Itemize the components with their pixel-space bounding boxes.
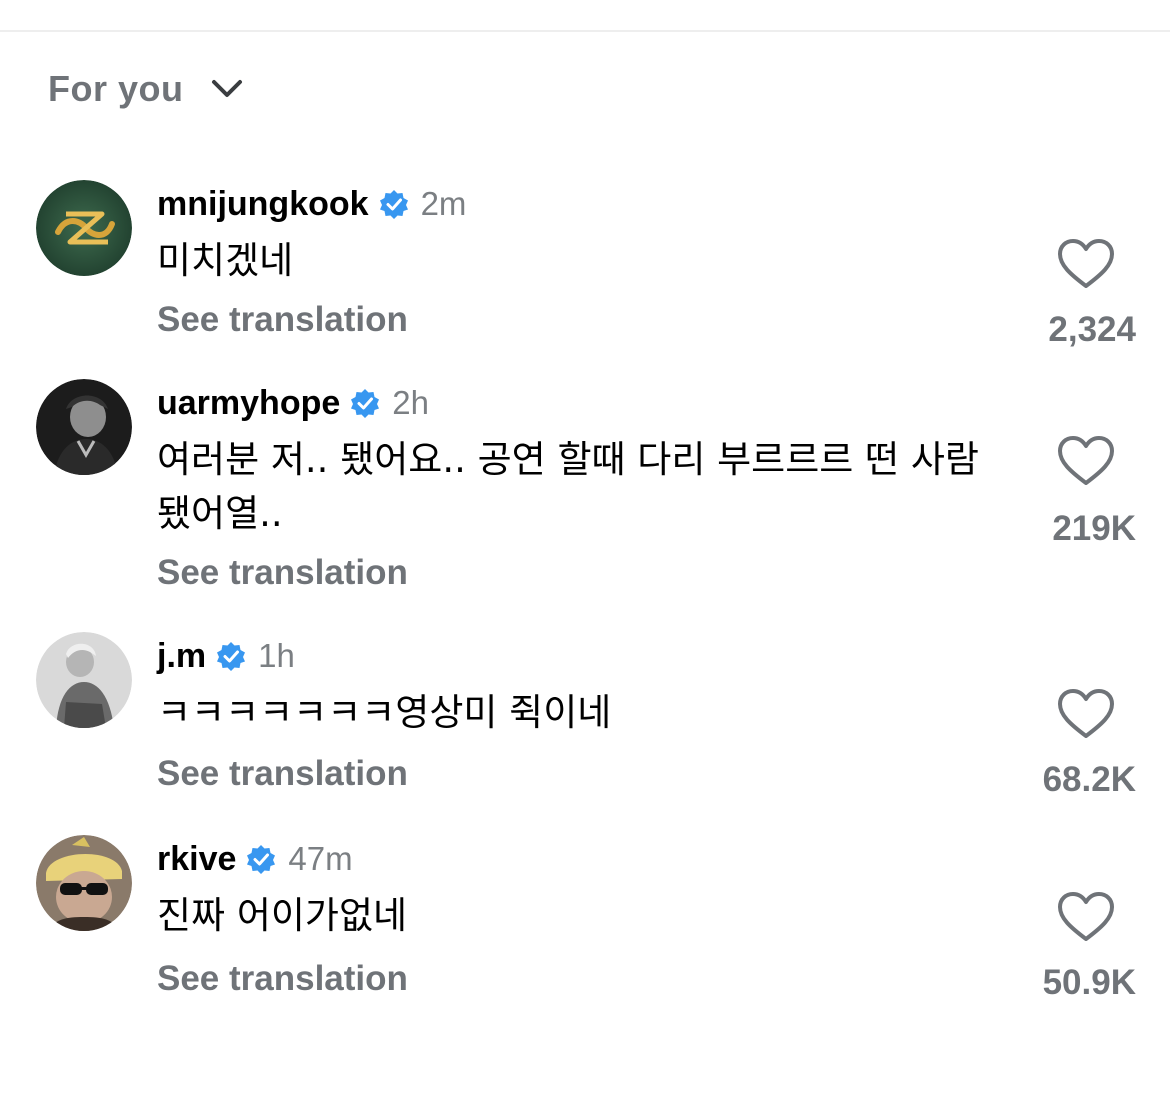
sort-label: For you	[48, 68, 184, 109]
like-count: 50.9K	[1042, 963, 1136, 1002]
avatar[interactable]	[36, 632, 132, 728]
heart-outline-icon[interactable]	[1056, 435, 1116, 487]
like-count: 219K	[1052, 509, 1136, 548]
see-translation-button[interactable]: See translation	[157, 300, 408, 340]
avatar[interactable]	[36, 379, 132, 475]
username[interactable]: rkive	[157, 840, 236, 879]
comment-text: 미치겠네	[157, 239, 294, 282]
comment-text: 진짜 어이가없네	[157, 894, 408, 937]
see-translation-button[interactable]: See translation	[157, 754, 408, 794]
timestamp: 2m	[420, 185, 467, 222]
comment-text: ㅋㅋㅋㅋㅋㅋㅋ영상미 쥑이네	[157, 691, 612, 734]
heart-outline-icon[interactable]	[1056, 688, 1116, 740]
see-translation-button[interactable]: See translation	[157, 959, 408, 999]
timestamp: 2h	[392, 384, 429, 421]
verified-badge-icon	[379, 189, 409, 219]
like-count: 68.2K	[1042, 760, 1136, 799]
verified-badge-icon	[246, 844, 276, 874]
timestamp: 1h	[258, 637, 295, 674]
timestamp: 47m	[288, 840, 353, 877]
verified-badge-icon	[350, 388, 380, 418]
chevron-down-icon	[210, 77, 244, 101]
sort-dropdown[interactable]: For you	[48, 68, 244, 110]
username[interactable]: mnijungkook	[157, 185, 369, 224]
heart-outline-icon[interactable]	[1056, 891, 1116, 943]
top-divider	[0, 30, 1170, 32]
avatar[interactable]	[36, 180, 132, 276]
like-count: 2,324	[1048, 310, 1136, 349]
username[interactable]: j.m	[157, 637, 206, 676]
comment-text: 여러분 저.. 됐어요.. 공연 할때 다리 부르르르 떤 사람 됐어열..	[157, 438, 979, 535]
username[interactable]: uarmyhope	[157, 384, 340, 423]
avatar[interactable]	[36, 835, 132, 931]
see-translation-button[interactable]: See translation	[157, 553, 408, 593]
verified-badge-icon	[216, 641, 246, 671]
heart-outline-icon[interactable]	[1056, 238, 1116, 290]
